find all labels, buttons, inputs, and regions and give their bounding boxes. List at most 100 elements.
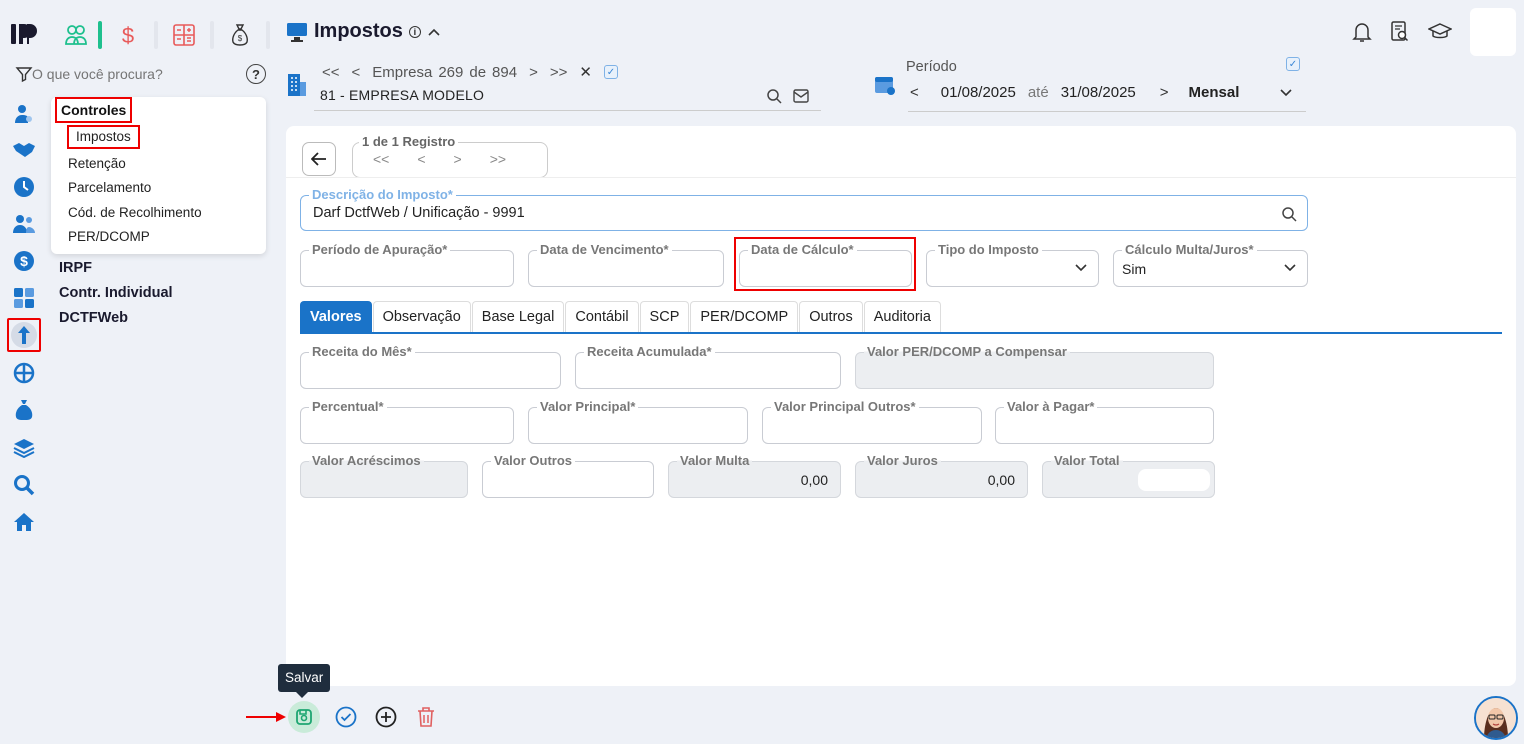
- money-bag-icon[interactable]: [12, 398, 36, 422]
- menu-search-input[interactable]: [32, 66, 212, 82]
- confirm-button[interactable]: [332, 703, 360, 731]
- tax-upload-icon[interactable]: [7, 318, 41, 352]
- tab-valores[interactable]: Valores: [300, 301, 372, 332]
- top-right-actions: [1352, 8, 1516, 56]
- shortcut-dollar-icon[interactable]: $: [108, 20, 148, 50]
- chevron-down-icon[interactable]: [1279, 88, 1293, 98]
- calculator-icon[interactable]: [12, 286, 36, 310]
- handshake-icon[interactable]: [12, 138, 36, 162]
- menu-group-dctfweb[interactable]: DCTFWeb: [59, 310, 128, 326]
- user-avatar[interactable]: [1470, 8, 1516, 56]
- arrow-left-icon: [311, 152, 326, 166]
- bell-icon[interactable]: [1352, 21, 1372, 43]
- empresa-next-button[interactable]: >: [529, 64, 538, 81]
- search-icon[interactable]: [766, 88, 782, 104]
- shortcut-moneybag-icon[interactable]: $: [220, 20, 260, 50]
- icon-rail: $: [0, 0, 48, 744]
- shortcut-bar: $ $: [56, 20, 276, 50]
- graduation-cap-icon[interactable]: [1428, 22, 1452, 42]
- valor-acrescimos-field: Valor Acréscimos: [300, 453, 468, 498]
- tipo-imposto-select[interactable]: Tipo do Imposto: [926, 242, 1099, 287]
- pointer-arrow-icon: [246, 712, 286, 722]
- close-icon[interactable]: ✕: [579, 63, 592, 81]
- empresa-navigator: << < Empresa 269 de 894 > >> ✕ ✓ 81 - EM…: [286, 62, 821, 112]
- periodo-start[interactable]: 01/08/2025: [941, 84, 1016, 101]
- valor-pagar-field[interactable]: Valor à Pagar*: [995, 399, 1214, 444]
- menu-item-parcelamento[interactable]: Parcelamento: [68, 178, 151, 198]
- tab-scp[interactable]: SCP: [639, 301, 690, 332]
- valor-principal-field[interactable]: Valor Principal*: [528, 399, 748, 444]
- shortcut-divider: [210, 21, 214, 49]
- tab-contabil[interactable]: Contábil: [565, 301, 639, 332]
- receita-mes-field[interactable]: Receita do Mês*: [300, 344, 561, 389]
- shortcut-people-icon[interactable]: [56, 20, 96, 50]
- user-settings-icon[interactable]: [12, 102, 36, 126]
- menu-header-controles[interactable]: Controles: [55, 97, 133, 123]
- home-icon[interactable]: [12, 510, 36, 534]
- valor-total-value-pill: [1138, 469, 1210, 491]
- menu-item-retencao[interactable]: Retenção: [68, 154, 126, 174]
- valor-total-label: Valor Total: [1051, 453, 1123, 468]
- tab-auditoria[interactable]: Auditoria: [863, 301, 941, 332]
- tab-outros[interactable]: Outros: [799, 301, 863, 332]
- search-icon[interactable]: [1281, 206, 1297, 222]
- receita-acumulada-field[interactable]: Receita Acumulada*: [575, 344, 841, 389]
- delete-button[interactable]: [412, 703, 440, 731]
- menu-item-impostos[interactable]: Impostos: [67, 125, 140, 149]
- add-button[interactable]: [372, 703, 400, 731]
- valor-juros-label: Valor Juros: [864, 453, 941, 468]
- registro-prev-button[interactable]: <: [417, 151, 425, 167]
- logo-icon[interactable]: [10, 20, 38, 48]
- periodo-prev-button[interactable]: <: [910, 84, 919, 101]
- save-icon: [296, 709, 312, 725]
- assistant-avatar[interactable]: [1474, 696, 1518, 740]
- valor-total-field: Valor Total: [1042, 453, 1215, 498]
- calculo-multa-select[interactable]: Cálculo Multa/Juros* Sim: [1113, 242, 1308, 287]
- shortcut-calculator-icon[interactable]: [164, 20, 204, 50]
- search-icon[interactable]: [12, 473, 36, 497]
- empresa-checkbox[interactable]: ✓: [603, 65, 618, 79]
- tab-observacao[interactable]: Observação: [372, 301, 471, 332]
- menu-group-contr-individual[interactable]: Contr. Individual: [59, 285, 173, 301]
- periodo-next-button[interactable]: >: [1160, 84, 1169, 101]
- data-vencimento-field[interactable]: Data de Vencimento*: [528, 242, 724, 287]
- valor-principal-outros-field[interactable]: Valor Principal Outros*: [762, 399, 982, 444]
- back-button[interactable]: [302, 142, 336, 176]
- bottom-toolbar: [246, 700, 440, 734]
- data-calculo-field[interactable]: Data de Cálculo*: [739, 242, 912, 287]
- menu-item-cod-recolhimento[interactable]: Cód. de Recolhimento: [68, 203, 202, 223]
- clock-icon[interactable]: [12, 175, 36, 199]
- header-divider: [286, 177, 1516, 178]
- users-icon[interactable]: [12, 212, 36, 236]
- registro-next-button[interactable]: >: [454, 151, 462, 167]
- document-search-icon[interactable]: [1390, 21, 1410, 43]
- periodo-checkbox[interactable]: ✓: [1286, 57, 1300, 71]
- valor-outros-field[interactable]: Valor Outros: [482, 453, 654, 498]
- registro-last-button[interactable]: >>: [490, 151, 506, 167]
- save-button[interactable]: [288, 701, 320, 733]
- empresa-last-button[interactable]: >>: [550, 64, 568, 81]
- globe-network-icon[interactable]: [12, 361, 36, 385]
- periodo-apuracao-field[interactable]: Período de Apuração*: [300, 242, 514, 287]
- tab-perdcomp[interactable]: PER/DCOMP: [690, 301, 799, 332]
- dollar-icon[interactable]: $: [12, 249, 36, 273]
- descricao-field[interactable]: Descrição do Imposto* Darf DctfWeb / Uni…: [300, 187, 1308, 231]
- tab-base-legal[interactable]: Base Legal: [471, 301, 565, 332]
- percentual-field[interactable]: Percentual*: [300, 399, 514, 444]
- empresa-prev-button[interactable]: <: [352, 64, 361, 81]
- menu-item-perdcomp[interactable]: PER/DCOMP: [68, 227, 150, 247]
- mail-icon[interactable]: [793, 89, 809, 103]
- valor-multa-field: Valor Multa 0,00: [668, 453, 841, 498]
- periodo-mode[interactable]: Mensal: [1189, 84, 1240, 101]
- empresa-first-button[interactable]: <<: [322, 64, 340, 81]
- building-icon: [288, 74, 306, 96]
- check-circle-icon: [335, 706, 357, 728]
- chevron-up-icon[interactable]: [427, 27, 441, 37]
- periodo-end[interactable]: 31/08/2025: [1061, 84, 1136, 101]
- info-icon[interactable]: i: [408, 25, 421, 38]
- calendar-icon: [875, 77, 895, 95]
- registro-first-button[interactable]: <<: [373, 151, 389, 167]
- menu-group-irpf[interactable]: IRPF: [59, 260, 92, 276]
- help-icon[interactable]: ?: [246, 64, 266, 84]
- layers-icon[interactable]: [12, 436, 36, 460]
